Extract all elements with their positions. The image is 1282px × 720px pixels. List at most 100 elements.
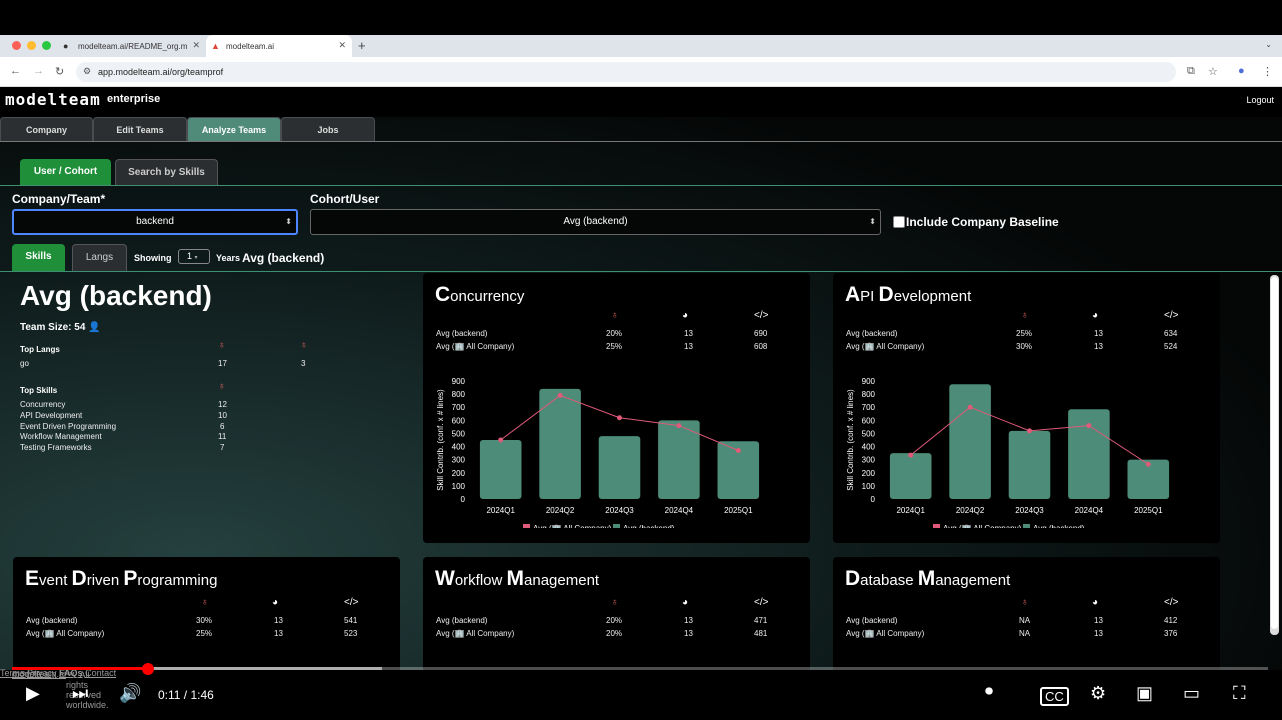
browser-menu-icon[interactable]: ⋮ — [1262, 65, 1273, 78]
company-team-select[interactable]: backend ⬍ — [12, 209, 298, 235]
title-rest: vent — [39, 572, 72, 589]
skill-value: 10 — [218, 411, 227, 420]
include-baseline-label[interactable]: Include Company Baseline — [906, 215, 1059, 229]
autoplay-toggle-icon[interactable]: ⏺ — [985, 683, 993, 701]
scrubber-handle[interactable] — [142, 663, 154, 675]
row-lines: 524 — [1164, 342, 1178, 351]
site-info-icon[interactable]: ⚙ — [83, 66, 91, 77]
install-app-icon[interactable]: ⧉ — [1187, 65, 1195, 78]
tab-edit-teams[interactable]: Edit Teams — [93, 117, 187, 141]
skill-value: 7 — [220, 443, 225, 452]
line-point — [557, 392, 563, 398]
skill-name: Workflow Management — [20, 432, 102, 441]
modelteam-logo[interactable]: modelteam — [5, 90, 101, 109]
reload-icon[interactable]: ↻ — [55, 65, 64, 78]
settings-icon[interactable]: ⚙ — [1090, 683, 1106, 704]
tab-langs[interactable]: Langs — [72, 244, 127, 271]
bar — [1068, 409, 1110, 499]
browser-tab-modelteam[interactable]: ▲ modelteam.ai ✕ — [206, 35, 352, 57]
tab-skills[interactable]: Skills — [12, 244, 65, 271]
row-lines: 523 — [344, 629, 358, 638]
selection-label: Avg (backend) — [242, 251, 325, 265]
volume-icon[interactable]: 🔊 — [119, 683, 141, 704]
row-name: Avg (backend) — [436, 329, 488, 338]
y-tick-label: 900 — [862, 377, 876, 386]
skill-card-workflow-management: Workflow Management ♁ ◕ </> Avg (backend… — [423, 557, 810, 670]
tab-analyze-teams[interactable]: Analyze Teams — [187, 117, 281, 141]
dropdown-arrows-icon: ⬍ — [285, 217, 292, 226]
tab-jobs[interactable]: Jobs — [281, 117, 375, 141]
title-rest: anagement — [524, 572, 600, 589]
video-progress-bar[interactable] — [12, 667, 1268, 670]
y-tick-label: 200 — [862, 469, 876, 478]
miniplayer-icon[interactable]: ▣ — [1136, 683, 1153, 704]
profile-title: Avg (backend) — [20, 280, 212, 311]
line-point — [617, 415, 622, 421]
x-tick-label: 2024Q4 — [1075, 506, 1104, 515]
profile-icon[interactable]: ● — [1238, 65, 1245, 77]
title-initial: E — [25, 567, 40, 590]
new-tab-icon[interactable]: + — [358, 38, 366, 53]
line-point — [1145, 461, 1151, 467]
title-rest: orkflow — [454, 572, 507, 589]
row-name: Avg (🏢 All Company) — [846, 342, 925, 351]
company-team-label: Company/Team* — [12, 192, 106, 206]
row-name: Avg (backend) — [846, 329, 898, 338]
maximize-window-button[interactable] — [42, 41, 51, 50]
y-tick-label: 100 — [862, 482, 876, 491]
y-axis-label: Skill Contrib. (conf. x # lines) — [846, 389, 855, 491]
minimize-window-button[interactable] — [27, 41, 36, 50]
legend-label: Avg (backend) — [1033, 524, 1085, 528]
close-tab-icon[interactable]: ✕ — [192, 40, 200, 51]
next-icon[interactable]: ⏭ — [72, 683, 88, 704]
row-pct: 20% — [606, 329, 623, 338]
code-icon: </> — [754, 597, 769, 608]
video-time: 0:11 / 1:46 — [158, 688, 214, 702]
app-page: modelteam enterprise Logout Company Edit… — [0, 87, 1282, 670]
back-icon[interactable]: ← — [10, 65, 21, 77]
forward-icon[interactable]: → — [33, 65, 44, 77]
row-pct: 25% — [196, 629, 213, 638]
browser-tab-readme[interactable]: ● modelteam.ai/README_org.m ✕ — [58, 35, 206, 57]
bookmark-star-icon[interactable]: ☆ — [1208, 65, 1218, 78]
legend-swatch — [1023, 524, 1030, 528]
captions-icon[interactable]: CC — [1040, 687, 1069, 706]
page-footer: © 2025 modelteam.ai ™. All rights reserv… — [0, 668, 1282, 710]
fullscreen-icon[interactable]: ⛶ — [1233, 683, 1246, 704]
line-point — [1027, 428, 1032, 434]
code-icon: </> — [1164, 597, 1179, 608]
card-title: Workflow Management — [435, 567, 599, 591]
years-select[interactable]: 1 ▾ — [178, 249, 210, 264]
legend-swatch — [933, 524, 940, 528]
tab-search-by-skills[interactable]: Search by Skills — [115, 159, 218, 185]
scrollbar-thumb[interactable] — [1271, 277, 1278, 629]
theater-mode-icon[interactable]: ▭ — [1183, 683, 1200, 704]
tab-company[interactable]: Company — [0, 117, 93, 141]
legend-label: Avg (🏢 All Company) — [943, 524, 1022, 528]
skill-card-database-management: Database Management ♁ ◕ </> Avg (backend… — [833, 557, 1220, 670]
pie-icon: ◕ — [1092, 310, 1099, 321]
logout-link[interactable]: Logout — [1246, 95, 1274, 105]
showing-label: Showing — [134, 253, 172, 263]
row-count: 13 — [274, 629, 283, 638]
address-bar[interactable]: ⚙ app.modelteam.ai/org/teamprof — [76, 62, 1176, 82]
include-baseline-checkbox[interactable] — [893, 216, 905, 228]
lang-name: go — [20, 359, 29, 368]
title-rest: atabase — [860, 572, 918, 589]
ribbon-icon: ♁ — [611, 310, 619, 321]
url-text: app.modelteam.ai/org/teamprof — [98, 67, 224, 77]
cohort-user-select[interactable]: Avg (backend) ⬍ — [310, 209, 881, 235]
close-tab-icon[interactable]: ✕ — [338, 40, 346, 51]
row-count: 13 — [1094, 329, 1103, 338]
row-pct: 25% — [606, 342, 623, 351]
window-controls — [12, 41, 51, 50]
x-tick-label: 2024Q2 — [956, 506, 985, 515]
play-icon[interactable]: ▶ — [26, 683, 40, 704]
close-window-button[interactable] — [12, 41, 21, 50]
row-name: Avg (🏢 All Company) — [436, 342, 515, 351]
tab-menu-chevron-icon[interactable]: ⌄ — [1265, 40, 1272, 49]
x-tick-label: 2025Q1 — [724, 506, 753, 515]
skill-value: 12 — [218, 400, 227, 409]
page-scrollbar[interactable] — [1270, 275, 1279, 635]
tab-user-cohort[interactable]: User / Cohort — [20, 159, 111, 185]
